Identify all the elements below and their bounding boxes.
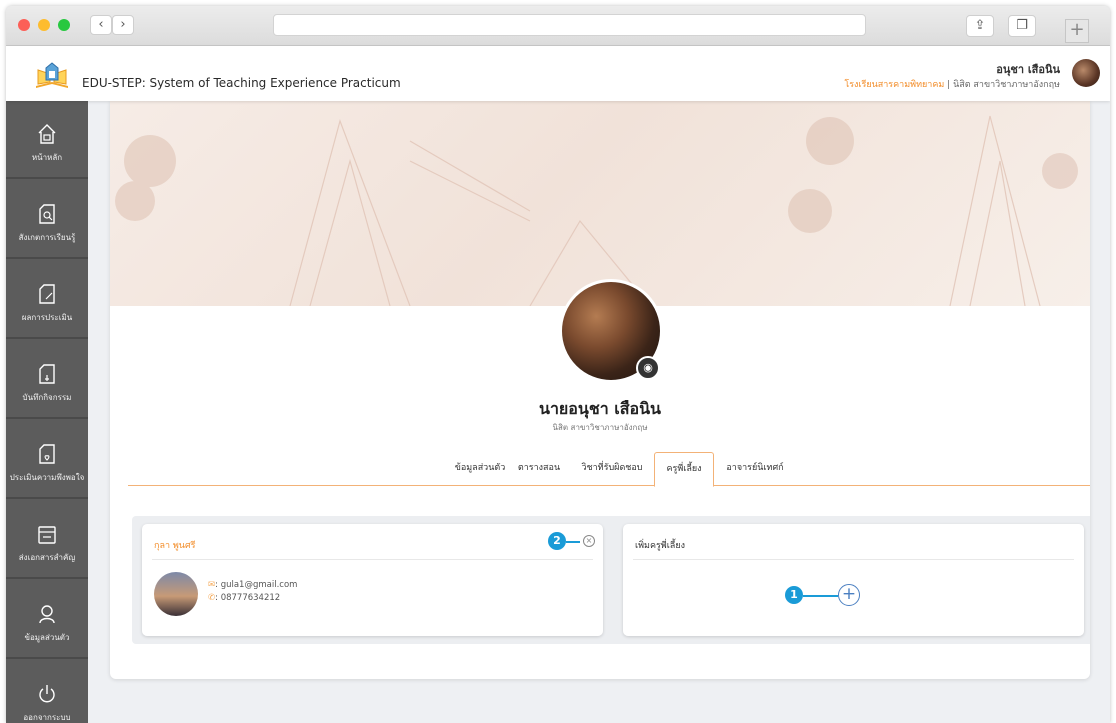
sidebar-item-label: ผลการประเมิน [21, 313, 73, 322]
callout-line [803, 595, 838, 597]
app-header: EDU-STEP: System of Teaching Experience … [6, 46, 1110, 101]
address-bar[interactable] [273, 14, 866, 36]
browser-toolbar: ‹ › ⇪ ❐ + [6, 6, 1110, 46]
mentor-panel: กุลา พูนศรี 2 × ✉: gula1@gmail.com ✆: 08… [132, 516, 1090, 644]
tab-personal-info[interactable]: ข้อมูลส่วนตัว [450, 452, 510, 486]
divider [152, 559, 593, 560]
sidebar-item-label: ข้อมูลส่วนตัว [24, 633, 70, 642]
submit-doc-icon [38, 526, 56, 544]
add-mentor-title: เพิ่มครูพี่เลี้ยง [635, 541, 685, 551]
sidebar-item-label: หน้าหลัก [31, 153, 63, 162]
sidebar-item-logout[interactable]: ออกจากระบบ [6, 661, 88, 723]
satisfaction-doc-icon [39, 444, 55, 464]
mentor-email: gula1@gmail.com [220, 580, 298, 590]
observe-doc-icon [39, 204, 55, 224]
header-user-role: นิสิต สาขาวิชาภาษาอังกฤษ [953, 80, 1060, 90]
add-mentor-button[interactable]: + [838, 584, 860, 606]
sidebar-item-home[interactable]: หน้าหลัก [6, 101, 88, 179]
tab-mentor-teacher[interactable]: ครูพี่เลี้ยง [654, 452, 714, 487]
profile-tabs: ข้อมูลส่วนตัว ตารางสอน วิชาที่รับผิดชอบ … [128, 446, 1090, 487]
back-button[interactable]: ‹ [90, 15, 112, 35]
add-mentor-card: เพิ่มครูพี่เลี้ยง 1 + [623, 524, 1084, 636]
sidebar-item-label: ส่งเอกสารสำคัญ [18, 553, 76, 562]
share-button[interactable]: ⇪ [966, 15, 994, 37]
edu-step-logo [36, 62, 68, 88]
cover-image [110, 101, 1090, 306]
header-school-name: โรงเรียนสารคามพิทยาคม [844, 80, 945, 90]
divider [633, 559, 1074, 560]
forward-button[interactable]: › [112, 15, 134, 35]
sidebar-item-satisfaction[interactable]: ประเมินความพึงพอใจ [6, 421, 88, 499]
sidebar-item-observe[interactable]: สังเกตการเรียนรู้ [6, 181, 88, 259]
header-user-name: อนุชา เสือนิน [996, 63, 1060, 76]
mentor-avatar [154, 572, 198, 616]
close-window-button[interactable] [18, 19, 30, 31]
browser-window: ‹ › ⇪ ❐ + EDU-STEP: System of Teaching E… [6, 6, 1110, 723]
activity-doc-icon [39, 364, 55, 384]
home-icon [38, 124, 56, 144]
new-tab-button[interactable]: + [1065, 19, 1089, 43]
minimize-window-button[interactable] [38, 19, 50, 31]
header-user-info: โรงเรียนสารคามพิทยาคม | นิสิต สาขาวิชาภา… [844, 77, 1060, 91]
mentor-email-row: ✉: gula1@gmail.com [208, 580, 297, 590]
profile-card: ◉ นายอนุชา เสือนิน นิสิต สาขาวิชาภาษาอัง… [110, 101, 1090, 679]
mentor-card: กุลา พูนศรี 2 × ✉: gula1@gmail.com ✆: 08… [142, 524, 603, 636]
profile-name: นายอนุชา เสือนิน [539, 399, 661, 418]
app-title: EDU-STEP: System of Teaching Experience … [82, 76, 401, 90]
sidebar-item-evaluation[interactable]: ผลการประเมิน [6, 261, 88, 339]
sidebar-item-profile[interactable]: ข้อมูลส่วนตัว [6, 581, 88, 659]
remove-mentor-button[interactable]: × [583, 535, 595, 547]
user-icon [39, 605, 55, 624]
mentor-name: กุลา พูนศรี [154, 541, 196, 551]
sidebar-item-activity[interactable]: บันทึกกิจกรรม [6, 341, 88, 419]
tab-supervisor[interactable]: อาจารย์นิเทศก์ [720, 452, 790, 486]
tabs-overview-button[interactable]: ❐ [1008, 15, 1036, 37]
tab-responsible-subjects[interactable]: วิชาที่รับผิดชอบ [572, 452, 652, 486]
evaluation-doc-icon [39, 284, 55, 304]
sidebar: หน้าหลัก สังเกตการเรียนรู้ ผลการประเมิน … [6, 101, 88, 723]
sidebar-item-label: บันทึกกิจกรรม [22, 393, 72, 402]
sidebar-item-label: ออกจากระบบ [23, 713, 71, 722]
callout-badge-1: 1 [785, 586, 803, 604]
power-icon [39, 685, 55, 703]
maximize-window-button[interactable] [58, 19, 70, 31]
header-separator: | [944, 80, 954, 90]
mentor-phone-row: ✆: 08777634212 [208, 593, 280, 603]
user-avatar[interactable] [1072, 59, 1100, 87]
cover-building-graphic [115, 115, 1078, 306]
profile-subtitle: นิสิต สาขาวิชาภาษาอังกฤษ [552, 423, 648, 432]
sidebar-item-label: สังเกตการเรียนรู้ [18, 233, 76, 242]
sidebar-item-submit-docs[interactable]: ส่งเอกสารสำคัญ [6, 501, 88, 579]
sidebar-item-label: ประเมินความพึงพอใจ [9, 473, 85, 482]
tab-teaching-schedule[interactable]: ตารางสอน [514, 452, 564, 486]
callout-badge-2: 2 [548, 532, 566, 550]
camera-icon[interactable]: ◉ [636, 356, 660, 380]
mentor-phone: 08777634212 [220, 593, 281, 603]
callout-line [566, 541, 580, 543]
